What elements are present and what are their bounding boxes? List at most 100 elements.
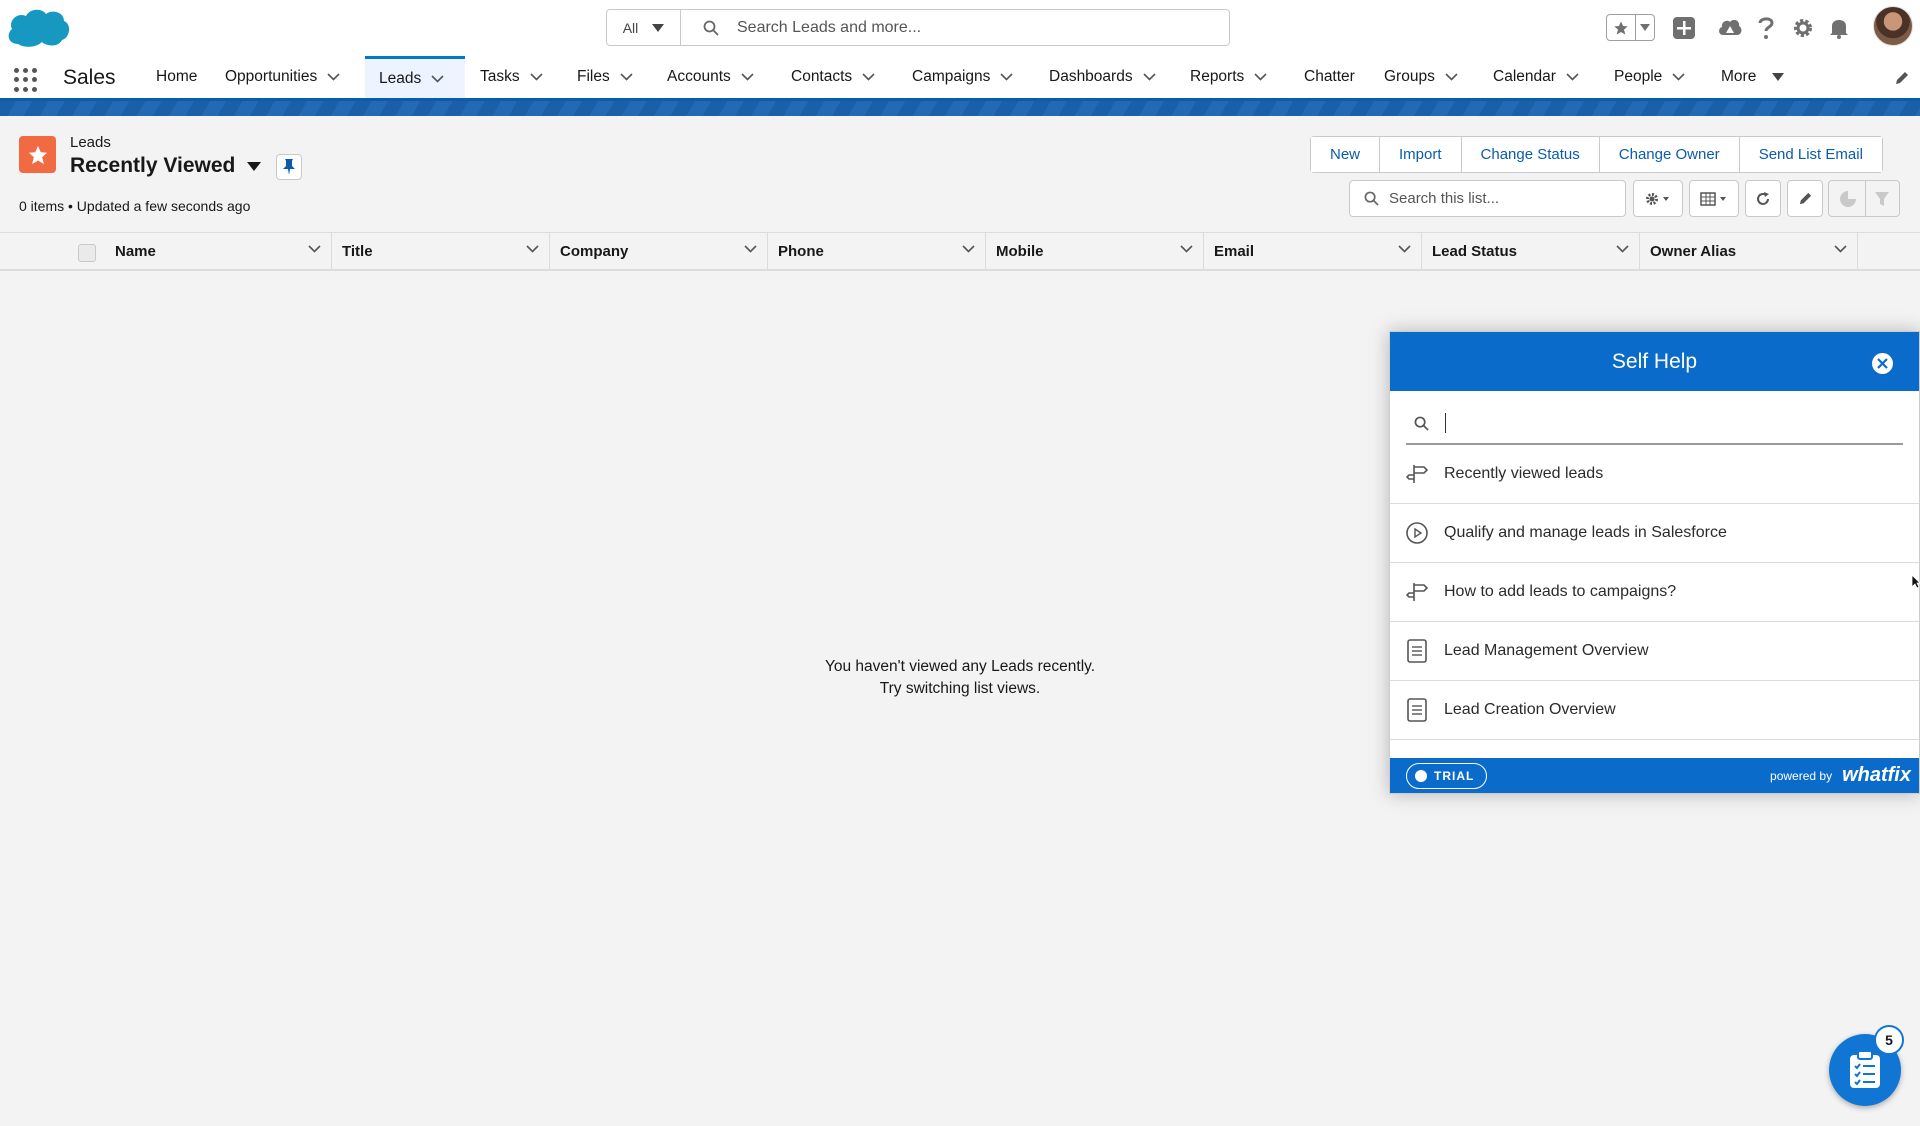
nav-item-campaigns[interactable]: Campaigns: [912, 56, 1013, 98]
nav-item-reports[interactable]: Reports: [1190, 56, 1267, 98]
column-header-phone[interactable]: Phone: [768, 233, 986, 270]
column-header-mobile[interactable]: Mobile: [986, 233, 1204, 270]
filter-icon[interactable]: [1874, 191, 1890, 207]
column-header-lead-status[interactable]: Lead Status: [1422, 233, 1640, 270]
notifications-bell-icon[interactable]: [1825, 14, 1853, 42]
chevron-down-icon[interactable]: [327, 73, 340, 81]
nav-item-files[interactable]: Files: [577, 56, 633, 98]
powered-by-whatfix[interactable]: powered by whatfix: [1770, 764, 1911, 787]
pin-icon: [283, 159, 295, 175]
search-icon: [1414, 416, 1429, 431]
chevron-down-icon[interactable]: [1566, 73, 1579, 81]
select-all-checkbox[interactable]: [78, 244, 96, 262]
edit-nav-pencil-icon[interactable]: [1894, 70, 1910, 91]
self-help-search-input[interactable]: [1406, 403, 1903, 445]
search-icon: [1364, 191, 1379, 206]
nav-item-leads[interactable]: Leads: [365, 56, 465, 98]
chevron-down-icon[interactable]: [1398, 245, 1411, 253]
search-scope-label: All: [622, 19, 639, 36]
global-search[interactable]: All Search Leads and more...: [606, 9, 1230, 46]
self-help-item[interactable]: Recently viewed leads: [1390, 445, 1919, 504]
favorites-dropdown-icon[interactable]: [1636, 15, 1654, 40]
column-header-company[interactable]: Company: [550, 233, 768, 270]
pin-list-view-button[interactable]: [276, 154, 302, 180]
chart-icon[interactable]: [1839, 190, 1857, 208]
change-owner-button[interactable]: Change Owner: [1599, 137, 1740, 172]
text-cursor: [1445, 413, 1446, 433]
favorites-button-group[interactable]: [1606, 14, 1655, 41]
nav-item-contacts[interactable]: Contacts: [791, 56, 875, 98]
help-icon[interactable]: [1752, 14, 1780, 42]
chevron-down-icon[interactable]: [1616, 245, 1629, 253]
import-button[interactable]: Import: [1380, 137, 1462, 172]
self-help-list: Recently viewed leads Qualify and manage…: [1390, 445, 1919, 740]
self-help-item[interactable]: Lead Management Overview: [1390, 622, 1919, 681]
column-header-name[interactable]: Name: [105, 233, 332, 270]
column-label: Title: [342, 243, 373, 260]
inline-edit-button[interactable]: [1787, 180, 1823, 217]
chevron-down-icon[interactable]: [308, 245, 321, 253]
nav-item-label: Calendar: [1493, 68, 1556, 85]
trailhead-guidance-icon[interactable]: [1716, 14, 1744, 42]
chevron-down-icon[interactable]: [741, 73, 754, 81]
global-actions-plus-icon[interactable]: [1670, 14, 1698, 42]
chevron-down-icon[interactable]: [1254, 73, 1267, 81]
caret-down-icon[interactable]: [1772, 72, 1785, 82]
chevron-down-icon[interactable]: [1834, 245, 1847, 253]
user-avatar[interactable]: [1873, 6, 1913, 46]
chevron-down-icon[interactable]: [431, 74, 444, 83]
nav-item-chatter[interactable]: Chatter: [1304, 56, 1355, 98]
trial-badge[interactable]: TRIAL: [1406, 762, 1488, 789]
chevron-down-icon[interactable]: [526, 245, 539, 253]
nav-item-dashboards[interactable]: Dashboards: [1049, 56, 1156, 98]
chevron-down-icon[interactable]: [744, 245, 757, 253]
refresh-button[interactable]: [1745, 180, 1781, 217]
favorites-star-icon[interactable]: [1607, 15, 1636, 40]
nav-item-groups[interactable]: Groups: [1384, 56, 1458, 98]
nav-item-people[interactable]: People: [1614, 56, 1685, 98]
nav-item-accounts[interactable]: Accounts: [667, 56, 754, 98]
change-status-button[interactable]: Change Status: [1461, 137, 1600, 172]
list-view-selector[interactable]: Recently Viewed: [70, 154, 262, 178]
send-list-email-button[interactable]: Send List Email: [1739, 137, 1882, 172]
self-help-item[interactable]: How to add leads to campaigns?: [1390, 563, 1919, 622]
column-header-owner-alias[interactable]: Owner Alias: [1640, 233, 1858, 270]
self-help-item[interactable]: Lead Creation Overview: [1390, 681, 1919, 740]
chevron-down-icon[interactable]: [962, 245, 975, 253]
chevron-down-icon[interactable]: [862, 73, 875, 81]
nav-item-opportunities[interactable]: Opportunities: [225, 56, 340, 98]
app-launcher-grid-icon[interactable]: [14, 68, 38, 92]
caret-down-icon[interactable]: [247, 161, 262, 171]
list-search-input[interactable]: Search this list...: [1349, 180, 1626, 217]
nav-item-more[interactable]: More: [1721, 56, 1785, 98]
nav-item-label: Home: [156, 68, 198, 85]
chevron-down-icon[interactable]: [530, 73, 543, 81]
nav-item-calendar[interactable]: Calendar: [1493, 56, 1579, 98]
column-header-title[interactable]: Title: [332, 233, 550, 270]
search-scope-dropdown[interactable]: All: [607, 10, 681, 45]
new-button[interactable]: New: [1311, 137, 1381, 172]
display-as-table-button[interactable]: [1689, 180, 1739, 217]
list-view-controls-button[interactable]: [1633, 180, 1683, 217]
salesforce-logo[interactable]: [4, 4, 72, 57]
chart-filter-button-group: [1828, 180, 1900, 217]
chevron-down-icon[interactable]: [1445, 73, 1458, 81]
chevron-down-icon[interactable]: [1672, 73, 1685, 81]
nav-item-label: Reports: [1190, 68, 1245, 85]
nav-item-tasks[interactable]: Tasks: [480, 56, 543, 98]
chevron-down-icon[interactable]: [1143, 73, 1156, 81]
self-help-item[interactable]: Qualify and manage leads in Salesforce: [1390, 504, 1919, 563]
global-search-input[interactable]: Search Leads and more...: [681, 19, 1229, 37]
nav-item-home[interactable]: Home: [156, 56, 197, 98]
close-icon[interactable]: [1872, 353, 1893, 374]
self-help-footer: TRIAL powered by whatfix: [1390, 758, 1919, 793]
empty-state-line: You haven't viewed any Leads recently.: [824, 658, 1096, 675]
column-header-email[interactable]: Email: [1204, 233, 1422, 270]
chevron-down-icon[interactable]: [1000, 73, 1013, 81]
chevron-down-icon[interactable]: [1180, 245, 1193, 253]
global-search-placeholder: Search Leads and more...: [737, 18, 922, 36]
table-icon: [1700, 191, 1726, 206]
chevron-down-icon[interactable]: [620, 73, 633, 81]
setup-gear-icon[interactable]: [1789, 14, 1817, 42]
search-icon: [703, 20, 719, 36]
